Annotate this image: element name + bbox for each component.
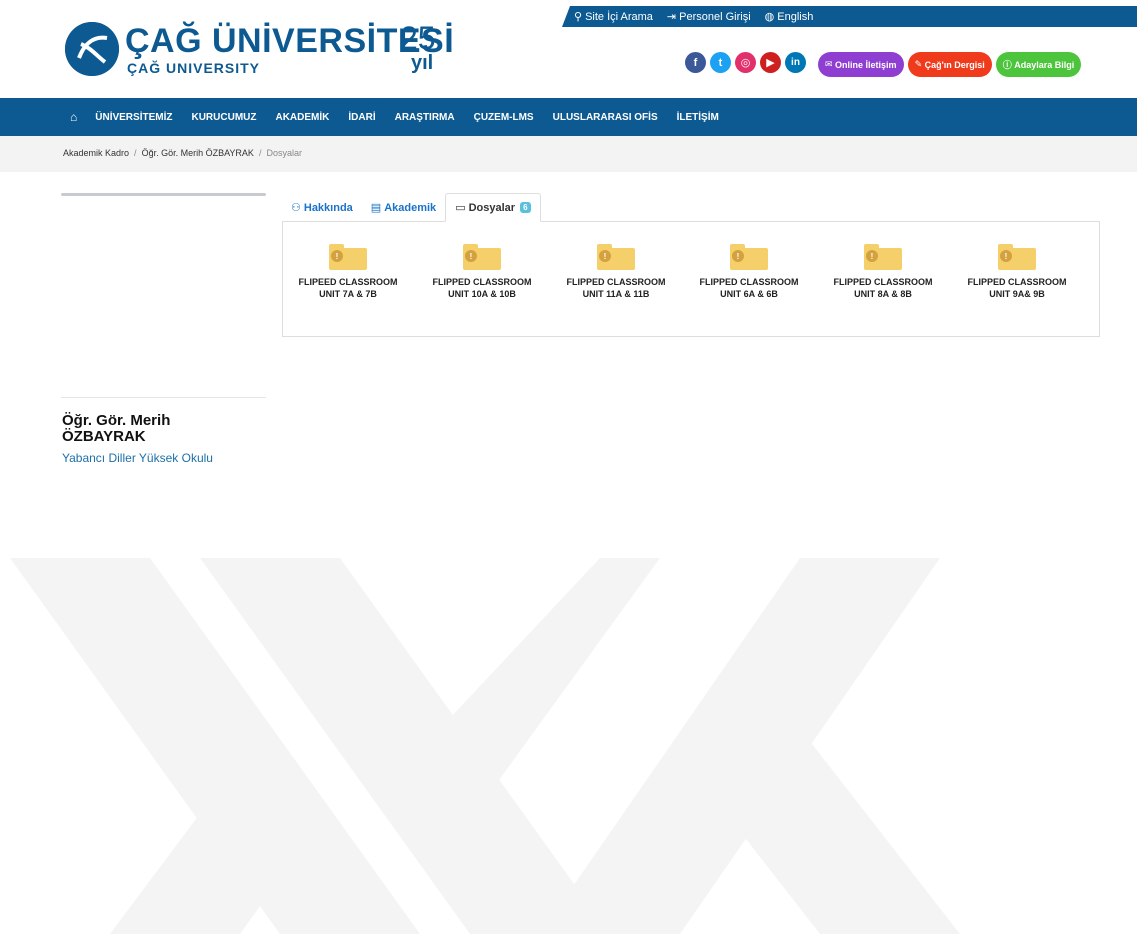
logo-emblem-icon: [65, 22, 119, 76]
profile-tabs: ⚇ Hakkında ▤ Akademik ▭ Dosyalar 6: [282, 193, 541, 222]
files-count-badge: 6: [520, 202, 531, 213]
linkedin-icon[interactable]: in: [785, 52, 806, 73]
staff-login-link[interactable]: ⇥ Personel Girişi: [666, 10, 751, 24]
files-panel: ! FLIPEED CLASSROOM UNIT 7A & 7B ! FLIPP…: [282, 221, 1100, 337]
breadcrumb: Akademik Kadro / Öğr. Gör. Merih ÖZBAYRA…: [63, 148, 302, 158]
info-icon: ⓘ: [1002, 60, 1015, 70]
candidates-info-label: Adaylara Bilgi: [1014, 59, 1075, 70]
file-item[interactable]: ! FLIPPED CLASSROOM UNIT 9A& 9B: [952, 244, 1082, 300]
folder-open-icon: ▭: [455, 202, 466, 214]
folder-icon: !: [597, 244, 635, 270]
breadcrumb-academic-staff[interactable]: Akademik Kadro: [63, 148, 129, 158]
candidates-info-button[interactable]: ⓘ Adaylara Bilgi: [995, 52, 1082, 77]
nav-item-cuzem-lms[interactable]: ÇUZEM-LMS: [474, 112, 534, 123]
facebook-icon[interactable]: f: [685, 52, 706, 73]
file-item[interactable]: ! FLIPPED CLASSROOM UNIT 10A & 10B: [417, 244, 547, 300]
tab-files[interactable]: ▭ Dosyalar 6: [445, 193, 541, 222]
file-item[interactable]: ! FLIPPED CLASSROOM UNIT 6A & 6B: [684, 244, 814, 300]
person-name: Öğr. Gör. Merih ÖZBAYRAK: [62, 412, 171, 445]
user-icon: ⚇: [291, 202, 301, 214]
breadcrumb-separator: /: [258, 148, 262, 158]
file-item[interactable]: ! FLIPPED CLASSROOM UNIT 11A & 11B: [551, 244, 681, 300]
header-pill-buttons: ✉ Online İletişim ✎ Çağ'ın Dergisi ⓘ Ada…: [818, 52, 1082, 77]
anniversary-word: yıl: [411, 52, 434, 74]
nav-item-international-office[interactable]: ULUSLARARASI OFİS: [553, 112, 658, 123]
site-search-link[interactable]: ⚲ Site İçi Arama: [574, 10, 653, 24]
nav-item-universitemiz[interactable]: ÜNİVERSİTEMİZ: [95, 112, 172, 123]
file-name-line1: FLIPPED CLASSROOM: [566, 277, 666, 287]
globe-icon: ◍: [764, 11, 775, 23]
folder-icon: !: [463, 244, 501, 270]
nav-item-kurucumuz[interactable]: KURUCUMUZ: [191, 112, 256, 123]
nav-item-idari[interactable]: İDARİ: [348, 112, 375, 123]
twitter-icon[interactable]: t: [710, 52, 731, 73]
tab-about[interactable]: ⚇ Hakkında: [282, 193, 362, 222]
language-label: English: [777, 10, 814, 23]
university-logo[interactable]: ÇAĞ ÜNİVERSİTESİ ÇAĞ UNIVERSITY 25. yıl: [65, 18, 465, 88]
file-item[interactable]: ! FLIPEED CLASSROOM UNIT 7A & 7B: [283, 244, 413, 300]
folder-icon: !: [730, 244, 768, 270]
online-contact-button[interactable]: ✉ Online İletişim: [818, 52, 904, 77]
file-name-line2: UNIT 11A & 11B: [582, 289, 650, 299]
login-icon: ⇥: [666, 11, 677, 23]
watermark-logo-icon: [10, 558, 960, 934]
breadcrumb-person[interactable]: Öğr. Gör. Merih ÖZBAYRAK: [142, 148, 254, 158]
social-links: f t ◎ ▶ in: [685, 52, 806, 73]
folder-icon: !: [329, 244, 367, 270]
youtube-icon[interactable]: ▶: [760, 52, 781, 73]
breadcrumb-separator: /: [134, 148, 137, 158]
online-contact-label: Online İletişim: [835, 59, 897, 70]
tab-academic[interactable]: ▤ Akademik: [362, 193, 445, 222]
folder-icon: !: [864, 244, 902, 270]
magazine-button[interactable]: ✎ Çağ'ın Dergisi: [907, 52, 992, 77]
file-item[interactable]: ! FLIPPED CLASSROOM UNIT 8A & 8B: [818, 244, 948, 300]
sidebar-divider: [61, 193, 266, 196]
file-name-line2: UNIT 10A & 10B: [448, 289, 516, 299]
breadcrumb-current: Dosyalar: [266, 148, 302, 158]
tab-files-label: Dosyalar: [468, 201, 516, 214]
language-link[interactable]: ◍ English: [764, 10, 814, 24]
top-utility-bar: ⚲ Site İçi Arama ⇥ Personel Girişi ◍ Englis…: [562, 6, 1137, 27]
nav-item-arastirma[interactable]: ARAŞTIRMA: [395, 112, 455, 123]
tab-about-label: Hakkında: [303, 201, 353, 214]
site-search-label: Site İçi Arama: [585, 10, 653, 23]
nav-item-akademik[interactable]: AKADEMİK: [275, 112, 329, 123]
tab-academic-label: Akademik: [384, 201, 437, 214]
file-name-line1: FLIPPED CLASSROOM: [699, 277, 799, 287]
file-name-line1: FLIPPED CLASSROOM: [432, 277, 532, 287]
main-navigation: ⌂ ÜNİVERSİTEMİZ KURUCUMUZ AKADEMİK İDARİ…: [0, 98, 1137, 136]
sidebar-divider: [61, 397, 266, 398]
instagram-icon[interactable]: ◎: [735, 52, 756, 73]
file-name-line2: UNIT 8A & 8B: [854, 289, 912, 299]
home-icon[interactable]: ⌂: [70, 110, 77, 124]
magazine-label: Çağ'ın Dergisi: [924, 59, 985, 70]
envelope-icon: ✉: [825, 59, 836, 69]
file-name-line1: FLIPPED CLASSROOM: [833, 277, 933, 287]
folder-icon: !: [998, 244, 1036, 270]
book-icon: ✎: [914, 59, 925, 69]
file-name-line1: FLIPEED CLASSROOM: [298, 277, 398, 287]
person-department[interactable]: Yabancı Diller Yüksek Okulu: [62, 451, 213, 465]
logo-subtitle: ÇAĞ UNIVERSITY: [127, 60, 261, 76]
staff-login-label: Personel Girişi: [679, 10, 751, 23]
document-icon: ▤: [370, 202, 382, 214]
file-name-line2: UNIT 9A& 9B: [989, 289, 1045, 299]
file-name-line1: FLIPPED CLASSROOM: [967, 277, 1067, 287]
nav-item-iletisim[interactable]: İLETİŞİM: [677, 112, 719, 123]
search-icon: ⚲: [574, 11, 583, 23]
file-name-line2: UNIT 7A & 7B: [319, 289, 377, 299]
file-name-line2: UNIT 6A & 6B: [720, 289, 778, 299]
